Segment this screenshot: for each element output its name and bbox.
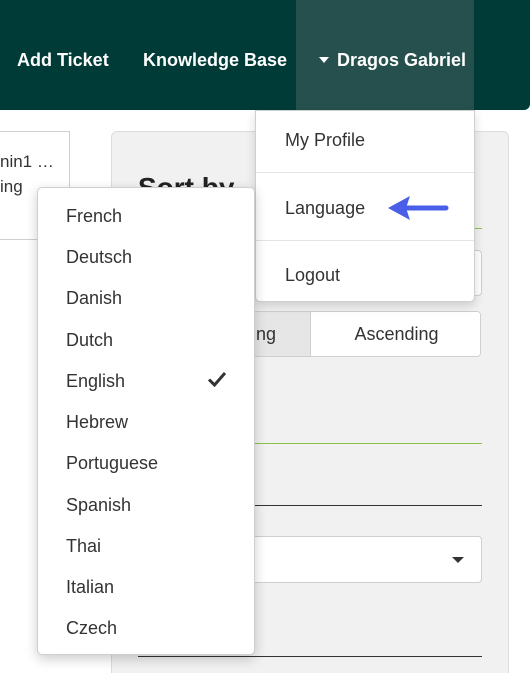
language-option-english[interactable]: English: [66, 371, 125, 392]
user-menu-toggle[interactable]: Dragos Gabriel: [296, 0, 474, 110]
language-option-spanish[interactable]: Spanish: [66, 495, 131, 516]
language-option-thai[interactable]: Thai: [66, 536, 101, 557]
menu-divider: [256, 172, 474, 173]
language-option-deutsch[interactable]: Deutsch: [66, 247, 132, 268]
language-option-danish[interactable]: Danish: [66, 288, 122, 309]
nav-knowledge-base[interactable]: Knowledge Base: [143, 0, 287, 110]
arrow-left-icon: [388, 196, 449, 220]
top-navbar: Add Ticket Knowledge Base Dragos Gabriel: [0, 0, 530, 110]
check-icon: [208, 372, 226, 387]
user-name: Dragos Gabriel: [337, 50, 467, 70]
caret-down-icon: [452, 557, 464, 563]
left-card-text-1: nin1 …: [0, 152, 54, 171]
left-card-text-2: ing: [0, 177, 23, 196]
sort-ascending-button[interactable]: Ascending: [310, 312, 480, 356]
menu-item-logout[interactable]: Logout: [285, 265, 340, 286]
language-option-french[interactable]: French: [66, 206, 122, 227]
language-dropdown-menu: French Deutsch Danish Dutch English Hebr…: [37, 187, 255, 655]
caret-down-icon: [319, 57, 329, 63]
menu-divider: [256, 240, 474, 241]
language-option-portuguese[interactable]: Portuguese: [66, 453, 158, 474]
menu-item-my-profile[interactable]: My Profile: [285, 130, 365, 151]
input-underline[interactable]: [138, 656, 482, 657]
language-option-italian[interactable]: Italian: [66, 577, 114, 598]
language-option-dutch[interactable]: Dutch: [66, 330, 113, 351]
language-option-hebrew[interactable]: Hebrew: [66, 412, 128, 433]
menu-item-language[interactable]: Language: [285, 198, 365, 219]
language-option-czech[interactable]: Czech: [66, 618, 117, 639]
nav-add-ticket[interactable]: Add Ticket: [17, 0, 109, 110]
